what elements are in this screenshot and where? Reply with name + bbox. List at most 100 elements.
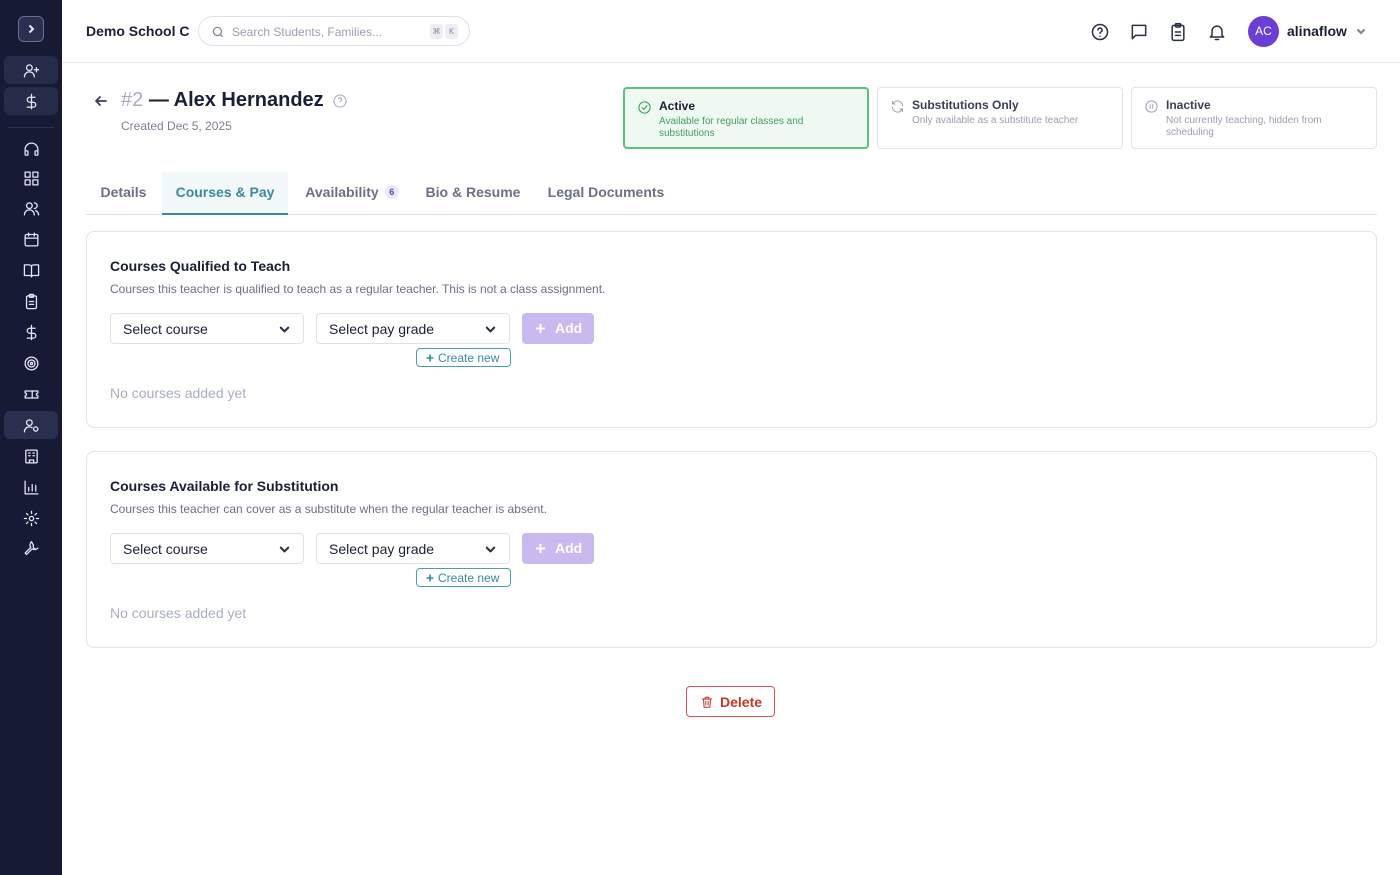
- sidebar-item-goals[interactable]: [4, 349, 58, 377]
- gear-icon: [23, 510, 39, 526]
- chevron-down-icon: [279, 546, 290, 553]
- sidebar-item-tools[interactable]: [4, 535, 58, 563]
- search-placeholder: Search Students, Families...: [232, 25, 383, 39]
- sidebar-item-reports[interactable]: [4, 473, 58, 501]
- clipboard-icon: [1171, 22, 1185, 42]
- status-title: Active: [659, 99, 696, 113]
- chevron-down-icon: [485, 326, 496, 333]
- check-circle-icon: [637, 100, 652, 115]
- sidebar-item-teachers[interactable]: [4, 411, 58, 439]
- headset-icon: [23, 141, 39, 156]
- empty-state: No courses added yet: [110, 605, 247, 621]
- target-icon: [23, 355, 39, 371]
- empty-state: No courses added yet: [110, 385, 247, 401]
- messages-button[interactable]: [1129, 22, 1149, 42]
- add-label: Add: [555, 320, 583, 336]
- teacher-number: #2: [121, 89, 144, 111]
- sidebar-item-billing[interactable]: [4, 87, 58, 115]
- pay-grade-select-value: Select pay grade: [329, 321, 435, 337]
- create-new-pay-grade-button[interactable]: Create new: [416, 348, 511, 367]
- tab-availability[interactable]: Availability 6: [292, 172, 412, 215]
- tab-label: Legal Documents: [547, 184, 665, 200]
- plus-icon: [535, 323, 546, 334]
- sidebar-item-add-user[interactable]: [4, 56, 58, 84]
- status-title: Inactive: [1166, 98, 1211, 112]
- clipboard-icon: [25, 293, 37, 309]
- status-option-inactive[interactable]: Inactive Not currently teaching, hidden …: [1131, 87, 1377, 149]
- qualified-courses-card: Courses Qualified to Teach Courses this …: [86, 231, 1377, 428]
- chevron-down-icon: [279, 326, 290, 333]
- status-description: Only available as a substitute teacher: [912, 115, 1079, 126]
- add-course-button[interactable]: Add: [522, 313, 594, 344]
- add-course-button[interactable]: Add: [522, 533, 594, 564]
- status-title: Substitutions Only: [912, 98, 1019, 112]
- status-option-substitutions-only[interactable]: Substitutions Only Only available as a s…: [877, 87, 1123, 149]
- app: Demo School C Search Students, Families.…: [0, 0, 1400, 875]
- help-icon: [1091, 23, 1109, 41]
- tab-bio-resume[interactable]: Bio & Resume: [420, 172, 526, 215]
- tasks-button[interactable]: [1168, 22, 1188, 42]
- tab-label: Details: [100, 184, 147, 200]
- sidebar-item-buildings[interactable]: [4, 442, 58, 470]
- tab-legal-documents[interactable]: Legal Documents: [542, 172, 670, 215]
- pay-grade-select[interactable]: Select pay grade: [316, 313, 510, 344]
- search-icon: [212, 26, 224, 38]
- course-select[interactable]: Select course: [110, 533, 304, 564]
- dashboard-icon: [23, 170, 39, 186]
- help-icon: [333, 94, 347, 108]
- sidebar-item-support[interactable]: [4, 135, 58, 163]
- tab-bar: Details Courses & Pay Availability 6 Bio …: [86, 172, 1377, 215]
- dollar-icon: [26, 324, 36, 340]
- book-icon: [23, 263, 39, 278]
- school-name: Demo School C: [86, 23, 190, 39]
- notifications-button[interactable]: [1207, 22, 1227, 42]
- delete-button[interactable]: Delete: [686, 686, 775, 717]
- refresh-icon: [890, 99, 905, 114]
- sidebar-toggle-button[interactable]: [18, 16, 44, 42]
- sidebar-item-tickets[interactable]: [4, 380, 58, 408]
- tab-details[interactable]: Details: [86, 172, 161, 215]
- page-title: #2 — Alex Hernandez: [121, 89, 324, 112]
- sidebar-item-calendar[interactable]: [4, 225, 58, 253]
- delete-label: Delete: [720, 694, 763, 710]
- user-settings-icon: [23, 418, 39, 433]
- trash-icon: [701, 696, 713, 708]
- search-input[interactable]: Search Students, Families... ⌘ K: [198, 16, 470, 46]
- chevron-down-icon: [1356, 28, 1366, 35]
- username[interactable]: alinaflow: [1287, 23, 1347, 39]
- course-select[interactable]: Select course: [110, 313, 304, 344]
- avatar[interactable]: AC: [1248, 16, 1279, 47]
- title-help-button[interactable]: [332, 93, 348, 109]
- tab-label: Courses & Pay: [175, 184, 275, 200]
- chevron-down-icon: [485, 546, 496, 553]
- status-option-active[interactable]: Active Available for regular classes and…: [623, 87, 869, 149]
- tab-label: Bio & Resume: [425, 184, 521, 200]
- sidebar-divider: [8, 127, 54, 128]
- chevron-right-icon: [28, 24, 35, 34]
- sidebar: [0, 0, 62, 875]
- user-menu-toggle[interactable]: [1354, 24, 1368, 38]
- top-header: Demo School C Search Students, Families.…: [62, 0, 1400, 63]
- sidebar-item-courses[interactable]: [4, 256, 58, 284]
- wrench-icon: [23, 540, 39, 555]
- sidebar-item-tasks[interactable]: [4, 287, 58, 315]
- status-description: Not currently teaching, hidden from sche…: [1166, 115, 1322, 138]
- create-new-pay-grade-button[interactable]: Create new: [416, 568, 511, 587]
- create-new-label: Create new: [438, 571, 500, 585]
- tab-courses-and-pay[interactable]: Courses & Pay: [162, 172, 288, 215]
- sidebar-item-people[interactable]: [4, 194, 58, 222]
- sidebar-item-settings[interactable]: [4, 504, 58, 532]
- users-icon: [23, 201, 39, 216]
- help-button[interactable]: [1090, 22, 1110, 42]
- plus-icon: [535, 543, 546, 554]
- back-button[interactable]: [93, 93, 109, 109]
- shortcut-key-cmd: ⌘: [430, 24, 443, 39]
- pause-circle-icon: [1144, 99, 1159, 114]
- pay-grade-select-value: Select pay grade: [329, 541, 435, 557]
- arrow-left-icon: [95, 96, 107, 106]
- sidebar-item-dashboard[interactable]: [4, 164, 58, 192]
- calendar-icon: [23, 231, 39, 247]
- building-icon: [24, 448, 38, 464]
- pay-grade-select[interactable]: Select pay grade: [316, 533, 510, 564]
- sidebar-item-payments[interactable]: [4, 318, 58, 346]
